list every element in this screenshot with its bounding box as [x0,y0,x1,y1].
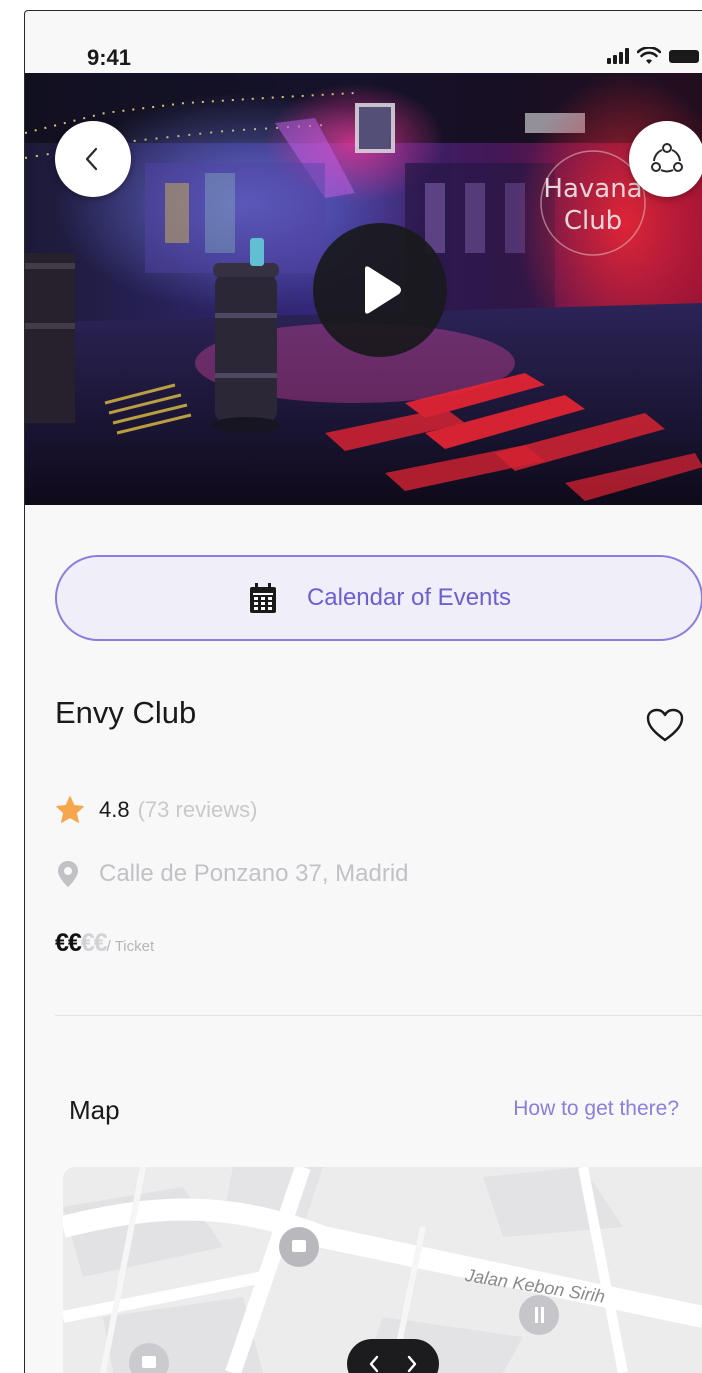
venue-hero-image: Havana Club [25,73,702,505]
calendar-label: Calendar of Events [306,584,512,611]
rating-value: 4.8 [99,797,130,822]
directions-link[interactable]: How to get there? [513,1097,679,1121]
price-level: €€ €€ / Ticket [55,929,154,958]
calendar-of-events-button[interactable]: Calendar of Events [55,555,702,641]
calendar-icon [249,583,276,613]
chevron-right-icon [407,1355,417,1373]
location-pin-icon [58,861,78,887]
back-button[interactable] [55,121,131,197]
status-bar: 9:41 [25,11,702,73]
status-icons [607,47,699,65]
share-button[interactable] [629,121,702,197]
star-icon [56,796,84,823]
play-video-button[interactable] [313,223,447,357]
map-section-title: Map [69,1095,120,1125]
map-navigation [347,1339,439,1373]
chevron-left-icon [369,1355,379,1373]
heart-icon [646,708,684,742]
battery-icon [669,49,699,63]
divider [55,1015,702,1016]
phone-screen: 9:41 Havana Club Calendar of Events Envy… [24,10,702,1373]
reviews-count[interactable]: (73 reviews) [138,797,258,823]
price-active: €€ [55,929,82,957]
wifi-icon [637,47,661,64]
favorite-button[interactable] [645,707,685,743]
price-inactive: €€ [80,929,108,957]
play-icon [365,266,401,314]
status-time: 9:41 [87,45,132,70]
map-view[interactable]: Jalan Kebon Sirih [63,1167,702,1373]
price-unit: / Ticket [106,938,155,955]
rating-row: 4.8 (73 reviews) [55,795,257,825]
venue-address: Calle de Ponzano 37, Madrid [99,860,409,887]
signal-icon [607,48,629,64]
map-prev-button[interactable] [359,1349,389,1373]
map-next-button[interactable] [397,1349,427,1373]
venue-title: Envy Club [55,695,197,730]
back-icon [85,147,98,171]
address-row: Calle de Ponzano 37, Madrid [55,859,409,889]
share-icon [651,143,683,173]
